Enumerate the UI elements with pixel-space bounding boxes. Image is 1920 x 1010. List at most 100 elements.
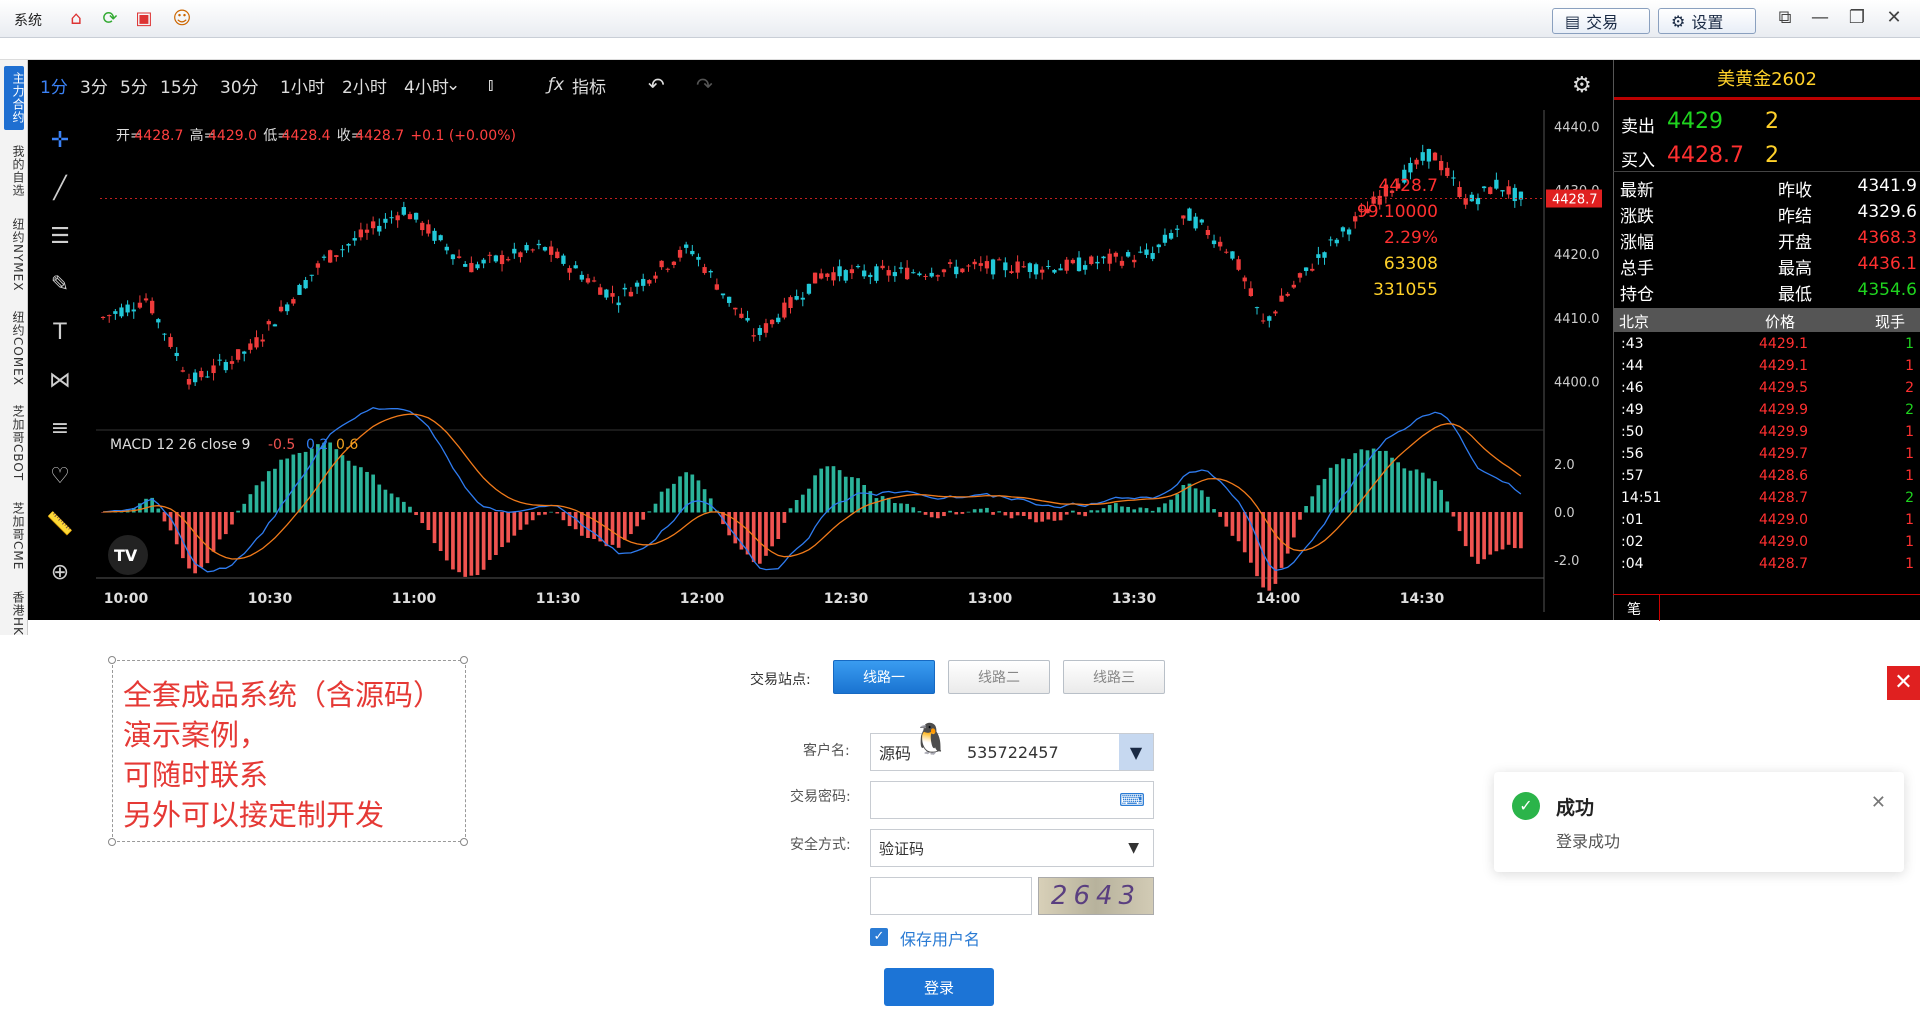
tick-volume: 1 xyxy=(1905,534,1914,550)
macd-histogram-bar xyxy=(1420,472,1425,513)
captcha-input[interactable] xyxy=(870,877,1032,915)
macd-histogram-bar xyxy=(1083,512,1087,517)
login-button[interactable]: 登录 xyxy=(884,968,994,1006)
tick-footer: 笔 xyxy=(1613,594,1920,621)
candle-body xyxy=(113,311,118,314)
resize-handle[interactable] xyxy=(460,656,468,664)
time-tick-label: 10:30 xyxy=(248,591,293,607)
captcha-image[interactable]: 2643 xyxy=(1038,877,1154,915)
candle-body xyxy=(254,337,259,348)
candle-body xyxy=(1009,271,1014,273)
resize-handle[interactable] xyxy=(460,838,468,846)
macd-histogram-bar xyxy=(1199,490,1204,513)
macd-histogram-bar xyxy=(1218,512,1223,517)
promo-note[interactable]: 全套成品系统（含源码） 演示案例， 可随时联系 另外可以接定制开发 xyxy=(112,660,466,842)
candle-body xyxy=(475,264,480,269)
stat-label: 总手 xyxy=(1620,259,1654,279)
macd-histogram-bar xyxy=(1445,501,1450,513)
macd-histogram-bar xyxy=(506,512,511,543)
candle-body xyxy=(297,284,302,295)
qq-penguin-icon: 🐧 xyxy=(912,722,950,757)
resize-handle[interactable] xyxy=(108,838,116,846)
candle-body xyxy=(395,215,400,221)
macd-histogram-bar xyxy=(211,512,216,552)
candle-body xyxy=(1076,257,1082,272)
candle-body xyxy=(628,291,634,297)
macd-histogram-bar xyxy=(352,465,357,513)
keyboard-icon[interactable]: ⌨ xyxy=(1119,790,1145,811)
candle-body xyxy=(432,230,437,241)
candle-body xyxy=(579,274,584,280)
candle-body xyxy=(1481,186,1487,189)
sell-price: 4429 xyxy=(1667,109,1723,134)
macd-histogram-bar xyxy=(819,468,824,513)
candle-body xyxy=(469,262,474,273)
macd-histogram-bar xyxy=(1482,512,1486,560)
candle-body xyxy=(1426,148,1432,162)
tick-time: :02 xyxy=(1621,534,1644,550)
price-tick-label: 4400.0 xyxy=(1554,376,1600,391)
tick-time: :43 xyxy=(1621,336,1644,352)
candle-body xyxy=(1488,187,1493,194)
route-2-button[interactable]: 线路二 xyxy=(948,660,1050,694)
toast-close-icon[interactable]: ✕ xyxy=(1871,792,1886,813)
macd-histogram-bar xyxy=(273,468,277,513)
resize-handle[interactable] xyxy=(108,656,116,664)
macd-histogram-bar xyxy=(444,512,449,561)
candle-body xyxy=(812,272,818,284)
tick-volume: 1 xyxy=(1905,512,1914,528)
macd-histogram-bar xyxy=(1500,512,1505,550)
stat-label: 最新 xyxy=(1620,181,1654,201)
password-field[interactable]: ⌨ xyxy=(870,781,1154,819)
candle-body xyxy=(622,287,627,290)
candle-body xyxy=(1181,215,1186,219)
macd-legend: 0.2 xyxy=(306,437,328,453)
macd-histogram-bar xyxy=(1089,510,1094,513)
candle-body xyxy=(886,270,891,276)
close-panel-icon[interactable]: ✕ xyxy=(1887,666,1920,700)
username-dropdown-icon[interactable]: ▼ xyxy=(1119,734,1153,770)
macd-histogram-bar xyxy=(592,512,596,539)
candle-body xyxy=(837,266,842,277)
candle-body xyxy=(1064,259,1069,271)
candle-body xyxy=(1003,262,1008,271)
candle-body xyxy=(1150,253,1155,259)
candle-body xyxy=(150,300,155,314)
candle-body xyxy=(309,274,314,276)
buy-price: 4428.7 xyxy=(1667,143,1744,168)
qq-number: 535722457 xyxy=(967,743,1059,762)
ohlc-value: 4429.0 xyxy=(208,128,257,144)
macd-histogram-bar xyxy=(377,484,382,513)
macd-histogram-bar xyxy=(1242,512,1247,553)
stat-value: 4354.6 xyxy=(1857,280,1917,300)
security-select[interactable]: 验证码 ▼ xyxy=(870,829,1154,867)
route-1-button[interactable]: 线路一 xyxy=(833,660,935,694)
candle-body xyxy=(1033,264,1039,275)
candle-body xyxy=(137,302,143,308)
macd-histogram-bar xyxy=(230,512,234,525)
check-circle-icon: ✓ xyxy=(1512,792,1540,820)
candle-body xyxy=(107,315,112,317)
candle-body xyxy=(1132,259,1137,263)
candle-body xyxy=(1506,186,1511,195)
candle-body xyxy=(235,349,241,360)
tick-time: :56 xyxy=(1621,446,1644,462)
candle-body xyxy=(1334,239,1339,244)
candle-body xyxy=(1199,219,1204,223)
macd-histogram-bar xyxy=(776,512,781,540)
route-3-button[interactable]: 线路三 xyxy=(1063,660,1165,694)
macd-histogram-bar xyxy=(813,475,817,513)
candle-body xyxy=(1138,251,1143,253)
candle-body xyxy=(702,267,707,274)
candle-body xyxy=(1451,177,1456,179)
macd-histogram-bar xyxy=(1427,478,1431,513)
candle-body xyxy=(1082,265,1088,270)
username-field[interactable]: 源码 🐧 535722457 ▼ xyxy=(870,722,1154,771)
candle-body xyxy=(561,255,566,264)
remember-label[interactable]: 保存用户名 xyxy=(900,926,980,950)
candle-body xyxy=(266,321,271,325)
remember-checkbox[interactable]: ✓ xyxy=(870,928,888,946)
candle-body xyxy=(444,246,449,251)
candle-body xyxy=(450,254,456,260)
candle-body xyxy=(211,365,216,374)
